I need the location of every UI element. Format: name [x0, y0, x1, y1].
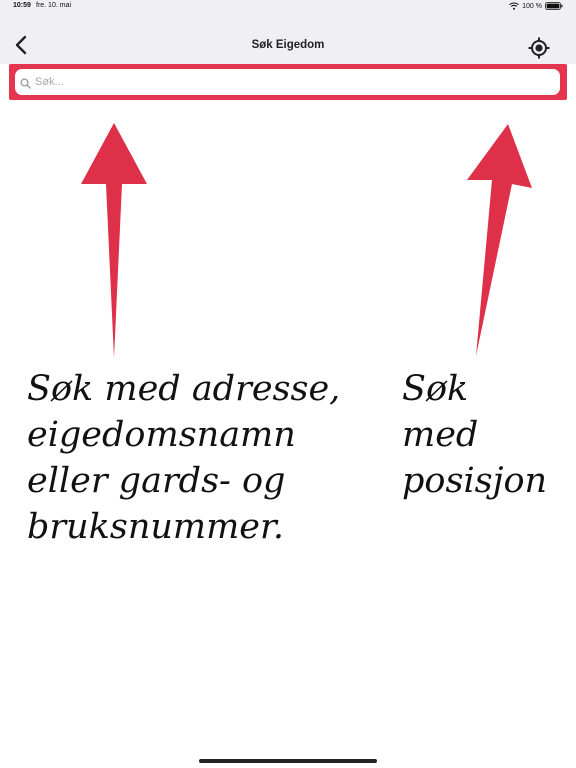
home-indicator [199, 759, 377, 763]
address-search-hint: Søk med adresse, eigedomsnamn eller gard… [27, 369, 341, 547]
position-search-hint: Søk med posisjon [402, 369, 548, 501]
screen: 10:59 fre. 10. mai 100 % Søk Eigedom Søk… [0, 0, 576, 768]
